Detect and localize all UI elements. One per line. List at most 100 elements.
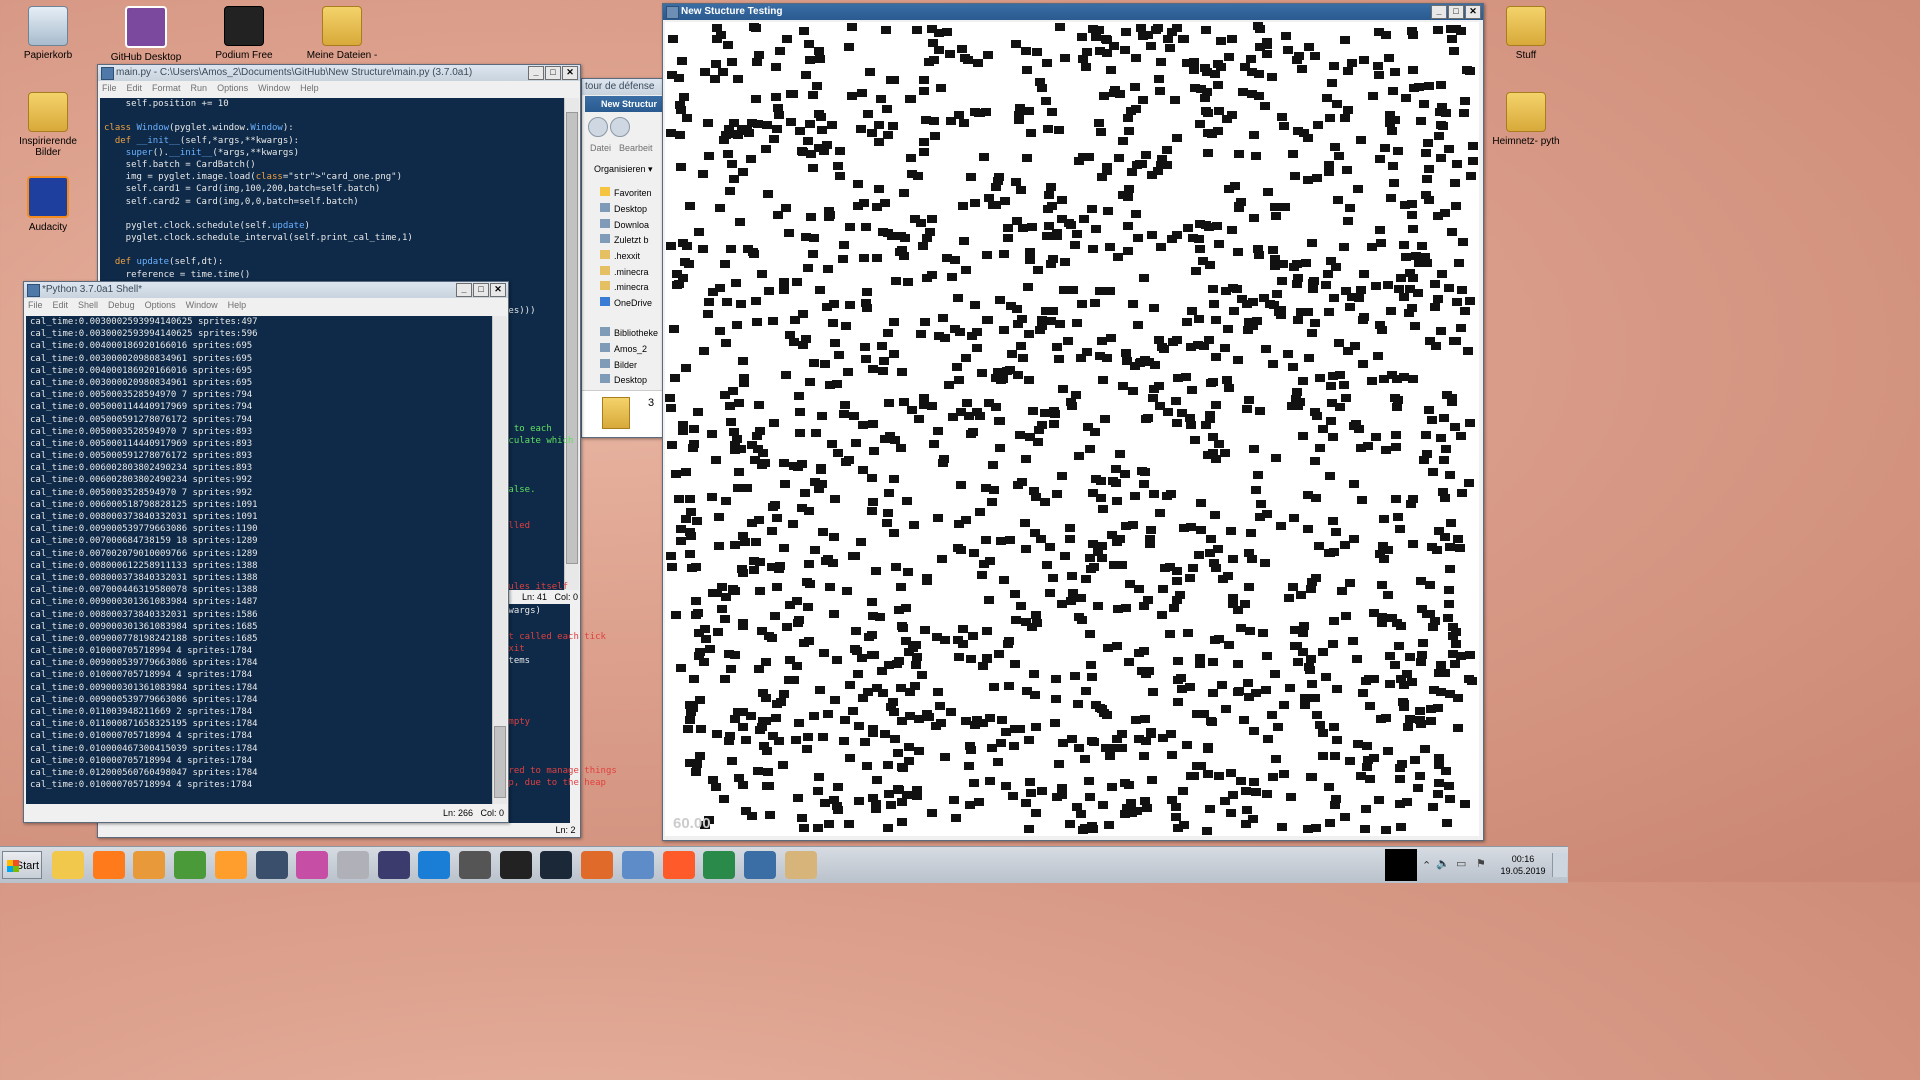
explorer-title-bar[interactable]: New Structur: [585, 96, 662, 112]
organize-button[interactable]: Organisieren ▾: [594, 164, 653, 175]
nav-item[interactable]: .minecra: [600, 281, 649, 292]
gamepad-icon[interactable]: [621, 851, 654, 879]
steam-icon[interactable]: [540, 851, 573, 879]
back-arrow-icon[interactable]: [588, 117, 608, 137]
menu-datei[interactable]: Datei: [590, 143, 611, 153]
desktop-icon-recycle-bin[interactable]: Papierkorb: [6, 6, 90, 61]
menu-help[interactable]: Help: [228, 298, 247, 313]
nav-item[interactable]: .hexxit: [600, 250, 640, 261]
card-sprite: [685, 716, 695, 724]
eclipse-icon[interactable]: [377, 851, 410, 879]
card-sprite: [918, 242, 928, 250]
media-icon[interactable]: [214, 851, 247, 879]
card-sprite: [730, 541, 740, 549]
firefox-icon[interactable]: [92, 851, 125, 879]
forward-arrow-icon[interactable]: [610, 117, 630, 137]
card-sprite: [1166, 490, 1176, 498]
action-center-icon[interactable]: ⚑: [1476, 857, 1486, 870]
nav-item[interactable]: Zuletzt b: [600, 234, 649, 245]
swirl-icon[interactable]: [418, 851, 451, 879]
card-sprite: [1343, 67, 1353, 75]
menu-shell[interactable]: Shell: [78, 298, 98, 313]
headset-icon[interactable]: [459, 851, 491, 879]
show-desktop-button[interactable]: [1552, 853, 1567, 877]
desktop-icon-stuff[interactable]: Stuff: [1484, 6, 1568, 61]
sourcetree-icon[interactable]: [703, 851, 736, 879]
desktop-icon-inspirierende-bilder[interactable]: Inspirierende Bilder: [6, 92, 90, 158]
card-sprite: [1432, 546, 1442, 554]
maximize-button[interactable]: □: [1448, 5, 1464, 19]
menu-help[interactable]: Help: [300, 81, 319, 96]
shell-title-bar[interactable]: *Python 3.7.0a1 Shell* _ □ ✕: [24, 282, 508, 298]
volume-icon[interactable]: 🔈: [1436, 857, 1450, 870]
nav-item[interactable]: .minecra: [600, 266, 649, 277]
pyglet-canvas[interactable]: 60.00: [665, 22, 1479, 836]
menu-edit[interactable]: Edit: [127, 81, 143, 96]
menu-options[interactable]: Options: [217, 81, 248, 96]
card-sprite: [880, 730, 890, 738]
explorer-back-title[interactable]: tour de défense: [582, 79, 662, 95]
menu-file[interactable]: File: [28, 298, 43, 313]
desktop-icon-audacity[interactable]: Audacity: [6, 176, 90, 233]
menu-bearbeiten[interactable]: Bearbeit: [619, 143, 653, 153]
desktop-icon-heimnetz[interactable]: Heimnetz- pyth: [1484, 92, 1568, 147]
menu-run[interactable]: Run: [191, 81, 208, 96]
maximize-button[interactable]: □: [473, 283, 489, 297]
close-button[interactable]: ✕: [490, 283, 506, 297]
python-icon[interactable]: [743, 851, 776, 879]
shell-output-line: cal_time:0.011000871658325195 sprites:17…: [30, 719, 258, 730]
db-icon[interactable]: [133, 851, 166, 879]
menu-window[interactable]: Window: [186, 298, 218, 313]
shell-scrollbar[interactable]: [492, 316, 507, 804]
minimize-button[interactable]: _: [528, 66, 544, 80]
menu-window[interactable]: Window: [258, 81, 290, 96]
pyglet-window[interactable]: New Stucture Testing _ □ ✕ 60.00: [662, 3, 1484, 841]
close-button[interactable]: ✕: [562, 66, 578, 80]
minimize-button[interactable]: _: [456, 283, 472, 297]
inkscape-icon[interactable]: [255, 851, 288, 879]
shell-window[interactable]: *Python 3.7.0a1 Shell* _ □ ✕ File Edit She…: [23, 281, 509, 823]
pyglet-title-bar[interactable]: New Stucture Testing _ □ ✕: [663, 4, 1483, 20]
maps-icon[interactable]: [581, 851, 614, 879]
nav-item[interactable]: Desktop: [600, 203, 647, 214]
card-sprite: [1151, 26, 1161, 34]
scrollbar-thumb[interactable]: [494, 726, 506, 798]
maximize-button[interactable]: □: [545, 66, 561, 80]
card-sprite: [979, 153, 989, 161]
recycle-bin-icon: [28, 6, 68, 46]
paint-brush-icon[interactable]: [784, 851, 817, 879]
menu-format[interactable]: Format: [152, 81, 181, 96]
desktop-icon-meine-dateien[interactable]: Meine Dateien -: [300, 6, 384, 61]
card-sprite: [1070, 672, 1080, 680]
epic-games-icon[interactable]: [499, 851, 532, 879]
card-sprite: [985, 557, 995, 565]
card-sprite: [1089, 738, 1099, 746]
card-sprite: [738, 569, 748, 577]
card-sprite: [1423, 139, 1433, 147]
menu-file[interactable]: File: [102, 81, 117, 96]
disc-icon[interactable]: [336, 851, 369, 879]
paint-icon[interactable]: [296, 851, 329, 879]
tray-clock[interactable]: 00:16 19.05.2019: [1498, 853, 1548, 877]
editor-title-bar[interactable]: main.py - C:\Users\Amos_2\Documents\GitH…: [98, 65, 580, 81]
firefox-dev-icon[interactable]: [662, 851, 695, 879]
shell-output-area[interactable]: cal_time:0.0030002593994140625 sprites:4…: [26, 316, 494, 804]
menu-debug[interactable]: Debug: [108, 298, 135, 313]
tray-app-icon[interactable]: [1385, 849, 1417, 881]
card-sprite: [938, 314, 948, 322]
start-button[interactable]: Start: [2, 851, 42, 879]
charts-icon[interactable]: [174, 851, 207, 879]
tray-overflow-icon[interactable]: ⌃: [1422, 859, 1431, 872]
nav-item[interactable]: Favoriten: [600, 187, 652, 198]
network-icon[interactable]: ▭: [1456, 857, 1466, 870]
shell-output-line: cal_time:0.0030002593994140625 sprites:4…: [30, 317, 258, 327]
desktop-icon-podium[interactable]: Podium Free: [202, 6, 286, 61]
explorer-icon[interactable]: [52, 851, 84, 879]
card-sprite: [1444, 284, 1454, 292]
desktop-icon-github[interactable]: GitHub Desktop: [104, 6, 188, 63]
nav-item[interactable]: Downloa: [600, 219, 649, 230]
close-button[interactable]: ✕: [1465, 5, 1481, 19]
menu-edit[interactable]: Edit: [53, 298, 69, 313]
menu-options[interactable]: Options: [145, 298, 176, 313]
minimize-button[interactable]: _: [1431, 5, 1447, 19]
